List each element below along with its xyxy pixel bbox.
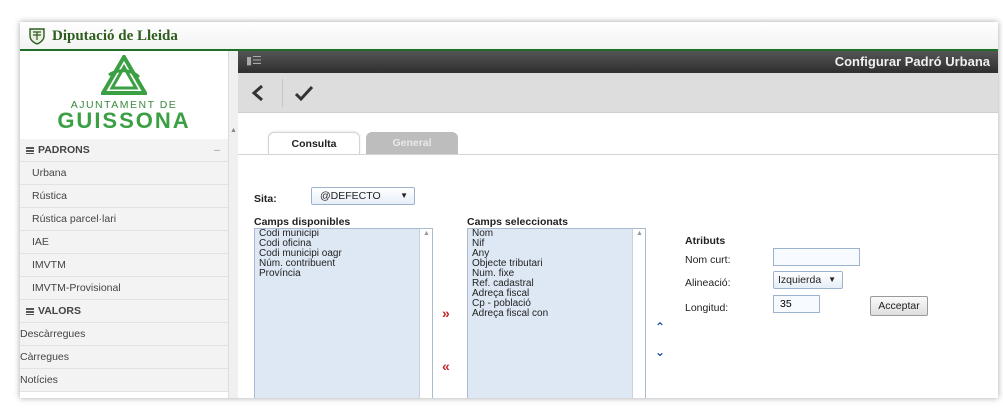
list-scrollbar[interactable]: ▲: [419, 229, 432, 398]
logo-name: GUISSONA: [57, 108, 191, 133]
accept-button[interactable]: Acceptar: [870, 296, 928, 316]
sita-select-value: @DEFECTO: [320, 190, 381, 202]
move-right-button[interactable]: »: [442, 305, 450, 321]
sidebar-section-label: VALORS: [38, 304, 81, 317]
sidebar-item-imvtm-provisional[interactable]: IMVTM-Provisional: [20, 277, 228, 300]
sidebar-item-urbana[interactable]: Urbana: [20, 162, 228, 185]
tab-bar: Consulta General: [268, 132, 458, 154]
municipality-logo: AJUNTAMENT DE GUISSONA: [20, 51, 228, 139]
tab-consulta[interactable]: Consulta: [268, 132, 360, 154]
scroll-up-icon[interactable]: ▲: [636, 230, 643, 237]
tab-divider: [238, 154, 998, 155]
sidebar-nav: PADRONS – Urbana Rústica Rústica parcel·…: [20, 139, 228, 392]
dropdown-arrow-icon: ▼: [828, 275, 836, 284]
dropdown-arrow-icon: ▼: [400, 191, 408, 200]
tab-general[interactable]: General: [366, 132, 458, 154]
app-window: Diputació de Lleida AJUNTAMENT DE GUISSO…: [20, 22, 998, 398]
sidebar-item-rustica[interactable]: Rústica: [20, 185, 228, 208]
brand[interactable]: Diputació de Lleida: [28, 27, 178, 45]
page-header: ▮☰ Configurar Padró Urbana: [238, 51, 998, 73]
list-option[interactable]: Nif: [468, 239, 645, 249]
sidebar-item-carregues[interactable]: Càrregues: [20, 346, 228, 369]
toolbar-separator: [282, 79, 283, 107]
available-fields-options: Codi municipi Codi oficina Codi municipi o…: [255, 229, 432, 279]
list-option[interactable]: Província: [255, 269, 432, 279]
short-name-input[interactable]: [773, 248, 860, 266]
collapse-icon[interactable]: –: [214, 139, 220, 162]
length-input[interactable]: [773, 295, 820, 313]
alignment-label: Alineació:: [685, 277, 731, 289]
attributes-title: Atributs: [685, 235, 726, 247]
selected-fields-list[interactable]: Nom Nif Any Objecte tributari Num. fixe Ref. …: [467, 228, 646, 398]
sidebar-item-rustica-parcellari[interactable]: Rústica parcel·lari: [20, 208, 228, 231]
sidebar-section-valors[interactable]: VALORS: [20, 300, 228, 323]
selected-fields-label: Camps seleccionats: [467, 216, 568, 228]
sita-select[interactable]: @DEFECTO ▼: [311, 187, 415, 205]
sidebar: AJUNTAMENT DE GUISSONA PADRONS – Urbana …: [20, 51, 228, 398]
sidebar-section-label: PADRONS: [38, 143, 90, 156]
top-bar: Diputació de Lleida: [20, 22, 998, 50]
brand-name: Diputació de Lleida: [52, 27, 178, 44]
sidebar-item-imvtm[interactable]: IMVTM: [20, 254, 228, 277]
checkmark-icon: [294, 85, 314, 102]
confirm-button[interactable]: [290, 79, 318, 107]
logo-mark-icon: [101, 55, 147, 95]
alignment-select-value: Izquierda: [778, 274, 822, 286]
list-option[interactable]: Nom: [468, 229, 645, 239]
alignment-select[interactable]: Izquierda ▼: [773, 271, 843, 289]
selected-fields-options: Nom Nif Any Objecte tributari Num. fixe Ref. …: [468, 229, 645, 319]
sidebar-item-descarregues[interactable]: Descàrregues: [20, 323, 228, 346]
scroll-up-icon[interactable]: ▲: [230, 127, 237, 134]
back-button[interactable]: [244, 79, 272, 107]
sita-label: Sita:: [254, 193, 277, 205]
move-down-button[interactable]: ⌄: [655, 345, 665, 359]
list-icon: [26, 146, 34, 154]
toolbar: [238, 73, 998, 113]
sidebar-item-iae[interactable]: IAE: [20, 231, 228, 254]
menu-icon[interactable]: ▮☰: [246, 56, 262, 67]
page-title: Configurar Padró Urbana: [834, 54, 990, 69]
move-up-button[interactable]: ⌃: [655, 320, 665, 334]
chevron-left-icon: [251, 84, 263, 102]
sidebar-item-noticies[interactable]: Notícies: [20, 369, 228, 392]
scroll-up-icon[interactable]: ▲: [423, 230, 430, 237]
coat-of-arms-icon: [29, 28, 45, 45]
short-name-label: Nom curt:: [685, 254, 731, 266]
list-icon: [26, 307, 34, 315]
move-left-button[interactable]: «: [442, 358, 450, 374]
sidebar-section-padrons[interactable]: PADRONS –: [20, 139, 228, 162]
sidebar-scrollbar[interactable]: ▲: [228, 51, 238, 398]
available-fields-list[interactable]: Codi municipi Codi oficina Codi municipi o…: [254, 228, 433, 398]
length-label: Longitud:: [685, 302, 729, 314]
available-fields-label: Camps disponibles: [254, 216, 351, 228]
list-scrollbar[interactable]: ▲: [632, 229, 645, 398]
main-content: Consulta General Sita: @DEFECTO ▼ Camps …: [238, 113, 998, 398]
list-option[interactable]: Adreça fiscal con: [468, 309, 645, 319]
